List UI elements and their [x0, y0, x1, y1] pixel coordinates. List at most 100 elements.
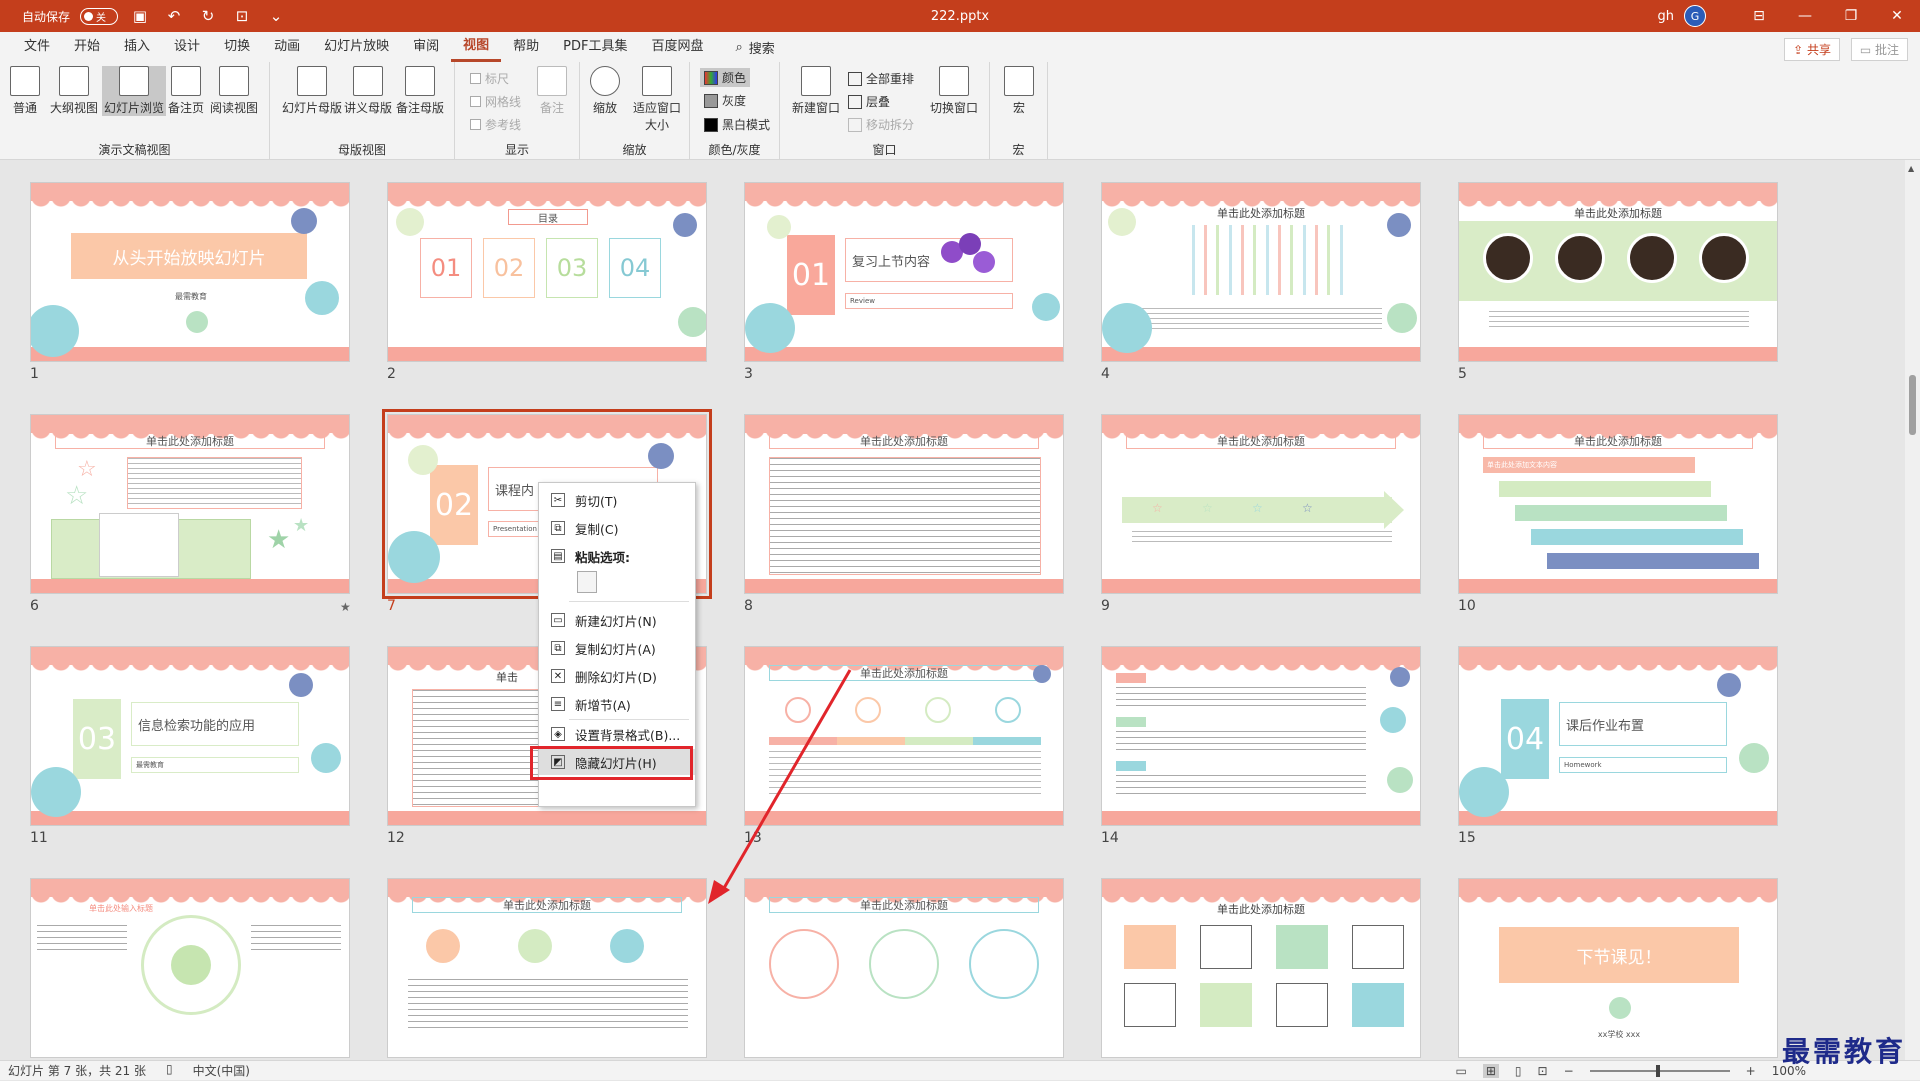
group-label: 母版视图: [337, 143, 386, 157]
tab-home[interactable]: 开始: [62, 32, 112, 62]
slide-title: 单击此处添加标题: [1126, 433, 1396, 449]
copy-menu-item[interactable]: ⧉ 复制(C): [539, 515, 695, 541]
slide-big-number: 02: [430, 465, 478, 545]
tab-design[interactable]: 设计: [162, 32, 212, 62]
spellcheck-icon[interactable]: ▯: [166, 1062, 173, 1079]
tab-slideshow[interactable]: 幻灯片放映: [312, 32, 401, 62]
tab-baidu-netdisk[interactable]: 百度网盘: [639, 32, 715, 62]
tab-view[interactable]: 视图: [451, 32, 502, 62]
highlight-box: [530, 746, 693, 780]
slide-number: 1: [30, 366, 39, 382]
present-icon[interactable]: ⊡: [230, 7, 254, 25]
outline-view-button[interactable]: 大纲视图: [50, 66, 98, 116]
new-slide-menu-item[interactable]: ▭ 新建幻灯片(N): [539, 607, 695, 633]
slide-thumbnail[interactable]: 单击此处输入标题: [30, 878, 350, 1058]
save-icon[interactable]: ▣: [128, 7, 152, 25]
ribbon: 普通 大纲视图 幻灯片浏览 备注页 阅读视图 演示文稿视图 幻灯片母版 讲义母版…: [0, 62, 1920, 160]
avatar[interactable]: G: [1684, 5, 1706, 27]
slide-number: 6: [30, 598, 39, 614]
normal-view-icon[interactable]: ▭: [1455, 1064, 1466, 1078]
arrange-all-button[interactable]: 全部重排: [848, 70, 914, 87]
slide-master-button[interactable]: 幻灯片母版: [282, 66, 342, 116]
search-box[interactable]: ⌕ 搜索: [736, 38, 775, 57]
slide-number: 8: [744, 598, 753, 614]
delete-slide-menu-item[interactable]: ✕ 删除幻灯片(D): [539, 663, 695, 689]
close-icon[interactable]: ✕: [1874, 0, 1920, 32]
zoom-slider[interactable]: [1589, 1065, 1730, 1077]
normal-view-button[interactable]: 普通: [10, 66, 40, 116]
undo-icon[interactable]: ↶: [162, 7, 186, 25]
ribbon-display-icon[interactable]: ⊟: [1736, 0, 1782, 32]
slide-number: 11: [30, 830, 48, 846]
guides-checkbox[interactable]: 参考线: [470, 116, 521, 133]
slideshow-icon[interactable]: ⊡: [1538, 1064, 1548, 1078]
handout-master-button[interactable]: 讲义母版: [344, 66, 392, 116]
tab-insert[interactable]: 插入: [112, 32, 162, 62]
slide-sorter-icon[interactable]: ⊞: [1482, 1064, 1499, 1078]
tab-help[interactable]: 帮助: [501, 32, 551, 62]
zoom-out-icon[interactable]: −: [1564, 1064, 1574, 1078]
tab-review[interactable]: 审阅: [401, 32, 451, 62]
color-group: 颜色 灰度 黑白模式 颜色/灰度: [690, 62, 780, 160]
comment-button[interactable]: ▭ 批注: [1850, 38, 1908, 61]
format-background-menu-item[interactable]: ◈ 设置背景格式(B)...: [539, 721, 695, 747]
reading-view-icon[interactable]: ▯: [1515, 1064, 1522, 1078]
macro-button[interactable]: 宏: [1004, 66, 1034, 116]
tab-transitions[interactable]: 切换: [212, 32, 262, 62]
move-split-button[interactable]: 移动拆分: [848, 116, 914, 133]
paste-options-label: ▤ 粘贴选项:: [539, 543, 695, 569]
gridlines-checkbox[interactable]: 网格线: [470, 93, 521, 110]
autosave-toggle[interactable]: 关: [80, 7, 119, 25]
tab-pdf-tools[interactable]: PDF工具集: [551, 32, 639, 62]
share-button[interactable]: ⇪ 共享: [1784, 38, 1840, 61]
slide-title: 单击此处添加标题: [1217, 207, 1305, 220]
cascade-button[interactable]: 层叠: [848, 93, 890, 110]
search-label: 搜索: [748, 41, 775, 57]
slide-thumbnail[interactable]: 单击此处添加标题: [744, 414, 1064, 594]
slide-thumbnail[interactable]: [1101, 646, 1421, 826]
zoom-button[interactable]: 缩放: [590, 66, 620, 116]
group-label: 显示: [504, 143, 529, 157]
group-label: 宏: [1012, 143, 1025, 157]
slide-thumbnail[interactable]: 单击此处添加标题: [1101, 878, 1421, 1058]
switch-window-button[interactable]: 切换窗口: [930, 66, 978, 116]
notes-button[interactable]: 备注: [537, 66, 567, 116]
slide-thumbnail[interactable]: 从头开始放映幻灯片 最需教育: [30, 182, 350, 362]
cut-menu-item[interactable]: ✂ 剪切(T): [539, 487, 695, 513]
add-section-menu-item[interactable]: ≡ 新增节(A): [539, 691, 695, 717]
tab-file[interactable]: 文件: [12, 32, 62, 62]
slide-thumbnail[interactable]: 单击此处添加标题 ☆ ☆ ★ ★: [30, 414, 350, 594]
minimize-icon[interactable]: —: [1782, 0, 1828, 32]
color-button[interactable]: 颜色: [700, 68, 751, 87]
black-white-button[interactable]: 黑白模式: [704, 116, 770, 133]
slide-thumbnail[interactable]: 03 信息检索功能的应用 最需教育: [30, 646, 350, 826]
slide-thumbnail[interactable]: 01 复习上节内容 Review: [744, 182, 1064, 362]
vertical-scrollbar[interactable]: ▲: [1905, 160, 1920, 1060]
ruler-checkbox[interactable]: 标尺: [470, 70, 509, 87]
paste-keep-icon[interactable]: [577, 571, 597, 593]
scrollbar-thumb[interactable]: [1909, 375, 1916, 435]
new-window-button[interactable]: 新建窗口: [792, 66, 840, 116]
customize-qat-icon[interactable]: ⌄: [264, 7, 288, 25]
duplicate-slide-menu-item[interactable]: ⧉ 复制幻灯片(A): [539, 635, 695, 661]
language[interactable]: 中文(中国): [193, 1062, 250, 1079]
redo-icon[interactable]: ↻: [196, 7, 220, 25]
zoom-in-icon[interactable]: +: [1746, 1064, 1756, 1078]
slide-animation-icon: ★: [340, 600, 351, 614]
grayscale-button[interactable]: 灰度: [704, 92, 746, 109]
notes-master-button[interactable]: 备注母版: [396, 66, 444, 116]
fit-window-button[interactable]: 适应窗口大小: [630, 66, 684, 133]
restore-icon[interactable]: ❐: [1828, 0, 1874, 32]
slide-sorter-button[interactable]: 幻灯片浏览: [102, 66, 167, 116]
notes-page-button[interactable]: 备注页: [168, 66, 204, 116]
slide-thumbnail[interactable]: 单击此处添加标题: [1458, 182, 1778, 362]
slide-thumbnail[interactable]: 单击此处添加标题 单击此处添加文本内容: [1458, 414, 1778, 594]
slide-thumbnail[interactable]: 04 课后作业布置 Homework: [1458, 646, 1778, 826]
slide-thumbnail[interactable]: 目录 01 02 03 04: [387, 182, 707, 362]
slide-thumbnail[interactable]: 单击此处添加标题: [387, 878, 707, 1058]
tab-animations[interactable]: 动画: [262, 32, 312, 62]
slide-thumbnail[interactable]: 下节课见！ xx学校 xxx: [1458, 878, 1778, 1058]
slide-thumbnail[interactable]: 单击此处添加标题 ☆ ☆ ☆ ☆: [1101, 414, 1421, 594]
reading-view-button[interactable]: 阅读视图: [210, 66, 258, 116]
slide-thumbnail[interactable]: 单击此处添加标题: [1101, 182, 1421, 362]
